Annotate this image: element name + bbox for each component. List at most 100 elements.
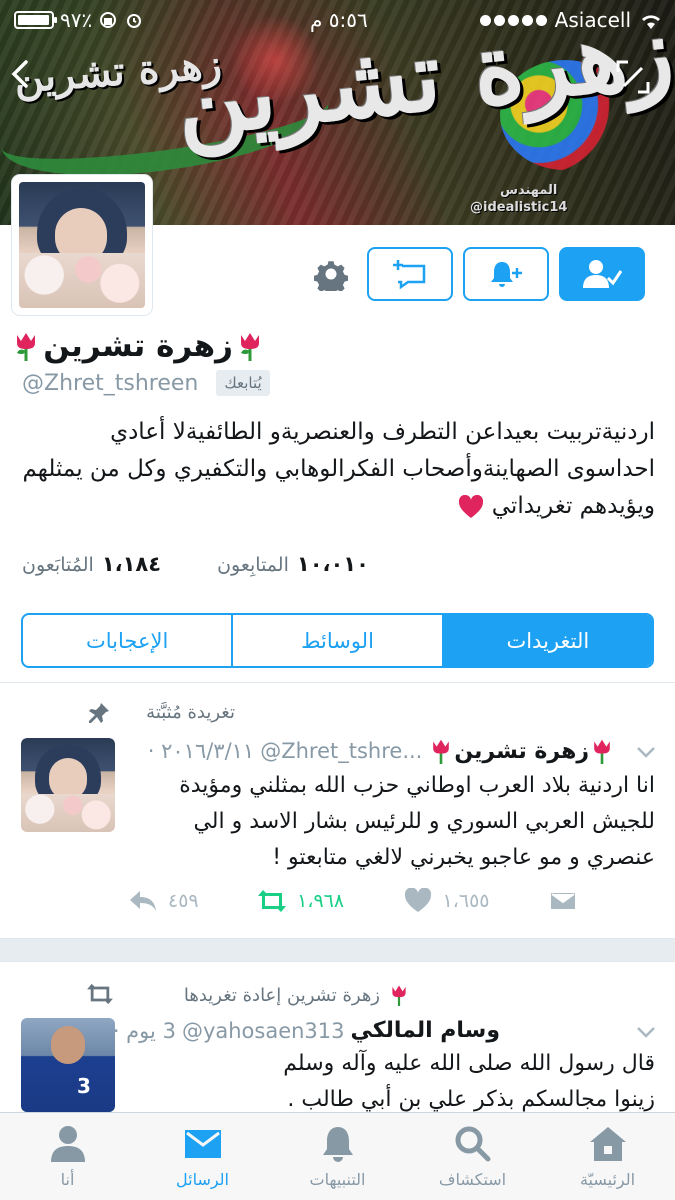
message-button[interactable]	[367, 247, 453, 301]
tab-media[interactable]: الوسائط	[233, 615, 444, 666]
pinned-tweet-text: انا اردنية بلاد العرب اوطاني حزب الله بم…	[179, 773, 655, 870]
nav-explore-label: استكشاف	[438, 1170, 507, 1189]
tulip-icon	[433, 739, 450, 764]
tweet-author-handle: @Zhret_tshre...	[260, 739, 423, 763]
chevron-down-icon[interactable]	[636, 746, 656, 758]
profile-stats: ١،١٨٤ المُتابَعون ١٠،٠١٠ المتابِعون	[22, 552, 369, 576]
tulip-icon	[594, 739, 610, 764]
profile-name: زهرة تشرين	[11, 328, 265, 364]
retweet-tweet-header: وسام المالكي @yahosaen313 3 يوم ·	[113, 1018, 500, 1043]
nav-notifications[interactable]: التنبيهات	[270, 1113, 405, 1200]
like-action[interactable]: ١،٦٥٥	[403, 888, 490, 914]
search-icon	[455, 1126, 490, 1162]
profile-actions	[305, 247, 645, 301]
nav-explore[interactable]: استكشاف	[405, 1113, 540, 1200]
pinned-context: تغريدة مُثبَّتة	[146, 702, 235, 723]
signal-strength-icon	[479, 14, 547, 26]
status-time: ٥:٥٦ م	[310, 8, 368, 32]
pin-icon	[89, 703, 109, 723]
tweet-author-handle: @yahosaen313	[181, 1018, 345, 1043]
like-count: ١،٦٥٥	[442, 890, 490, 912]
retweet-icon	[258, 890, 287, 912]
wifi-icon	[642, 15, 660, 29]
heart-icon	[404, 888, 431, 912]
follows-you-badge: يُتابعك	[216, 370, 270, 396]
nav-messages[interactable]: الرسائل	[135, 1113, 270, 1200]
bell-plus-icon	[491, 262, 522, 287]
retweet-context: زهرة تشرين إعادة تغريدها	[184, 982, 410, 1008]
following-label: المتابِعون	[217, 554, 289, 576]
battery-icon	[14, 11, 57, 29]
battery-percent: ٩٧٪	[60, 8, 93, 32]
tweet-date: ٢٠١٦/٣/١١ ·	[147, 739, 255, 763]
tulip-icon	[392, 985, 406, 1006]
tweet-actions: ٤٥٩ ١،٩٦٨ ١،٦٥٥	[128, 888, 578, 914]
retweet-context-text: زهرة تشرين إعادة تغريدها	[183, 984, 380, 1006]
back-chevron-icon[interactable]	[8, 56, 32, 92]
pinned-label: تغريدة مُثبَّتة	[146, 702, 235, 723]
avatar	[19, 182, 145, 308]
envelope-icon	[548, 891, 577, 911]
nav-me[interactable]: أنا	[0, 1113, 135, 1200]
nav-messages-label: الرسائل	[176, 1170, 229, 1189]
profile-name-text: زهرة تشرين	[43, 328, 233, 364]
carrier-name: Asiacell	[554, 8, 631, 32]
profile-handle: @Zhret_tshreen	[22, 370, 199, 396]
tab-tweets[interactable]: التغريدات	[443, 615, 652, 666]
mail-icon	[184, 1130, 221, 1158]
battery-group: ٩٧٪	[14, 8, 144, 32]
following-count: ١٠،٠١٠	[296, 552, 369, 576]
retweet-tweet-text: قال رسول الله صلى الله عليه وآله وسلم زي…	[283, 1051, 655, 1112]
banner-credit: المهندس	[500, 183, 558, 198]
handle-row: @Zhret_tshreen يُتابعك	[22, 370, 270, 396]
followers-count: ١،١٨٤	[101, 552, 162, 576]
following-stat[interactable]: ١٠،٠١٠ المتابِعون	[217, 552, 369, 576]
person-icon	[50, 1126, 85, 1162]
bottom-nav: أنا الرسائل التنبيهات استكشاف الرئيسيّة	[0, 1112, 675, 1200]
followers-stat[interactable]: ١،١٨٤ المُتابَعون	[22, 552, 161, 576]
tweet-author-name-text: زهرة تشرين	[454, 738, 589, 764]
gear-icon[interactable]	[305, 247, 357, 301]
lock-rotation-icon	[100, 12, 117, 28]
tulip-icon	[241, 333, 259, 361]
chevron-down-icon[interactable]	[636, 1026, 656, 1038]
tulip-icon	[17, 333, 36, 361]
retweet-count: ١،٩٦٨	[297, 890, 345, 912]
home-icon	[589, 1127, 626, 1161]
alarm-icon	[127, 14, 142, 28]
notifications-button[interactable]	[463, 247, 549, 301]
nav-home[interactable]: الرئيسيّة	[540, 1113, 675, 1200]
tweet-avatar[interactable]: 3	[21, 1018, 115, 1112]
retweet-action[interactable]: ١،٩٦٨	[257, 888, 344, 914]
feed-separator	[0, 938, 675, 962]
reply-icon	[130, 891, 156, 911]
followers-label: المُتابَعون	[22, 554, 94, 576]
tweet-author-name[interactable]: زهرة تشرين	[428, 736, 615, 766]
profile-tabs: الإعجابات الوسائط التغريدات	[21, 613, 654, 668]
reply-count: ٤٥٩	[168, 890, 199, 912]
reply-action[interactable]: ٤٥٩	[128, 888, 199, 914]
tab-likes[interactable]: الإعجابات	[23, 615, 234, 666]
bell-icon	[322, 1127, 353, 1162]
profile-avatar[interactable]	[12, 175, 152, 315]
following-button[interactable]	[559, 247, 645, 301]
divider	[0, 682, 675, 683]
edit-banner-icon[interactable]	[614, 58, 652, 96]
retweet-small-icon	[87, 983, 113, 1005]
tweet-author-name[interactable]: وسام المالكي	[351, 1018, 500, 1043]
nav-home-label: الرئيسيّة	[579, 1170, 636, 1189]
tweet-avatar[interactable]	[21, 738, 115, 832]
profile-bio: اردنيةتربيت بعيداعن التطرف والعنصريةو ال…	[18, 414, 655, 525]
nav-me-label: أنا	[60, 1170, 75, 1189]
nav-notifications-label: التنبيهات	[309, 1170, 366, 1189]
banner-credit-handle: @idealistic14	[470, 200, 568, 215]
heart-emoji-icon	[459, 494, 484, 518]
pinned-tweet-header: زهرة تشرين @Zhret_tshre... ٢٠١٦/٣/١١ ·	[148, 736, 615, 766]
add-message-icon	[393, 260, 426, 290]
bio-text: اردنيةتربيت بعيداعن التطرف والعنصريةو ال…	[22, 419, 655, 519]
status-bar: ٩٧٪ ٥:٥٦ م Asiacell	[0, 0, 675, 40]
user-check-icon	[583, 260, 623, 288]
tweet-date: 3 يوم ·	[112, 1018, 176, 1043]
carrier-group: Asiacell	[479, 8, 663, 32]
direct-message-action[interactable]	[548, 888, 578, 914]
